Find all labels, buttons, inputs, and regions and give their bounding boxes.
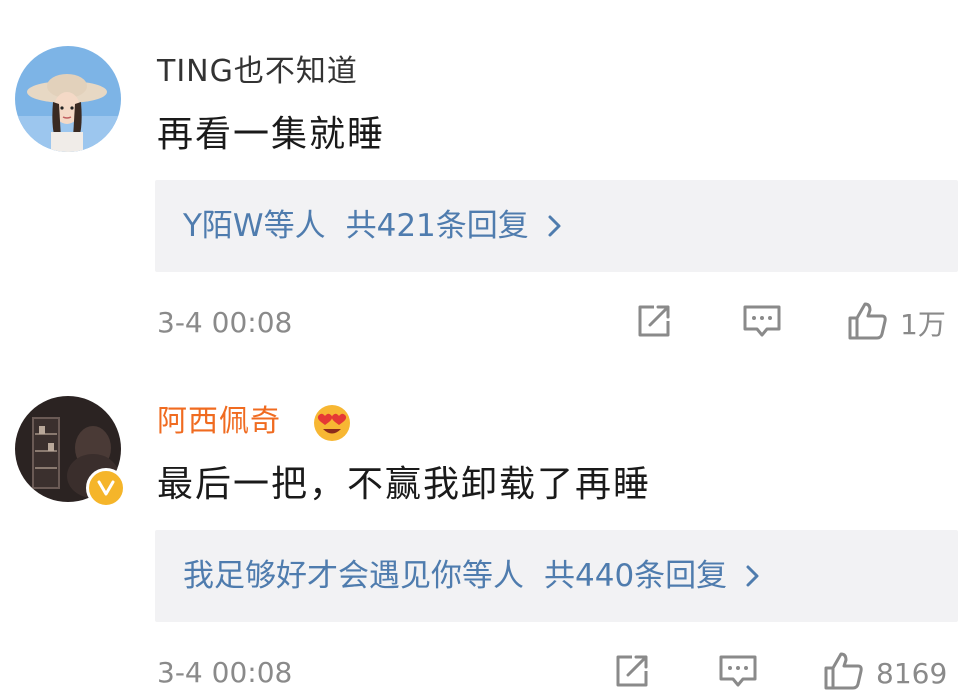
repost-icon <box>612 651 652 695</box>
replies-preview-button[interactable]: 我足够好才会遇见你等人 共440条回复 <box>155 530 958 622</box>
comment-list: TING也不知道 再看一集就睡 Y陌W等人共421条回复 3-4 00:08 <box>0 0 976 700</box>
like-count: 1万 <box>900 308 946 341</box>
reply-users-label: 我足够好才会遇见你等人 <box>183 558 524 594</box>
like-button[interactable]: 1万 <box>846 300 946 346</box>
heart-eyes-emoji-icon <box>310 400 354 444</box>
repost-button[interactable] <box>612 650 652 696</box>
like-button[interactable]: 8169 <box>822 650 947 696</box>
chevron-right-icon <box>547 205 563 251</box>
username[interactable]: 阿西佩奇 <box>157 400 281 444</box>
reply-users-label: Y陌W等人 <box>183 208 326 244</box>
repost-icon <box>634 301 674 345</box>
comment-icon <box>716 651 760 695</box>
reply-summary: 我足够好才会遇见你等人 共440条回复 <box>183 553 761 601</box>
comment-button[interactable] <box>740 300 784 346</box>
comment-timestamp: 3-4 00:08 <box>157 656 293 689</box>
chevron-right-icon <box>745 555 761 601</box>
comment-item: 阿西佩奇 最后一把，不赢我卸载了再睡 我足够好才会遇见你等人 共440条回复 3-… <box>0 350 976 700</box>
thumb-up-icon <box>846 300 890 346</box>
comment-text: 最后一把，不赢我卸载了再睡 <box>157 464 652 505</box>
reply-count-label: 共440条回复 <box>544 558 728 594</box>
reply-count-label: 共421条回复 <box>345 208 529 244</box>
verified-v-icon <box>86 468 126 508</box>
user-avatar[interactable] <box>15 46 121 152</box>
comment-timestamp: 3-4 00:08 <box>157 306 293 339</box>
comment-icon <box>740 301 784 345</box>
avatar-girl-hat-icon <box>15 46 121 152</box>
comment-item: TING也不知道 再看一集就睡 Y陌W等人共421条回复 3-4 00:08 <box>0 0 976 350</box>
reply-summary: Y陌W等人 共421条回复 <box>183 203 563 251</box>
repost-button[interactable] <box>634 300 674 346</box>
username[interactable]: TING也不知道 <box>157 50 358 94</box>
comment-text: 再看一集就睡 <box>157 114 386 155</box>
replies-preview-button[interactable]: Y陌W等人 共421条回复 <box>155 180 958 272</box>
thumb-up-icon <box>822 650 866 696</box>
like-count: 8169 <box>876 656 948 690</box>
comment-button[interactable] <box>716 650 760 696</box>
